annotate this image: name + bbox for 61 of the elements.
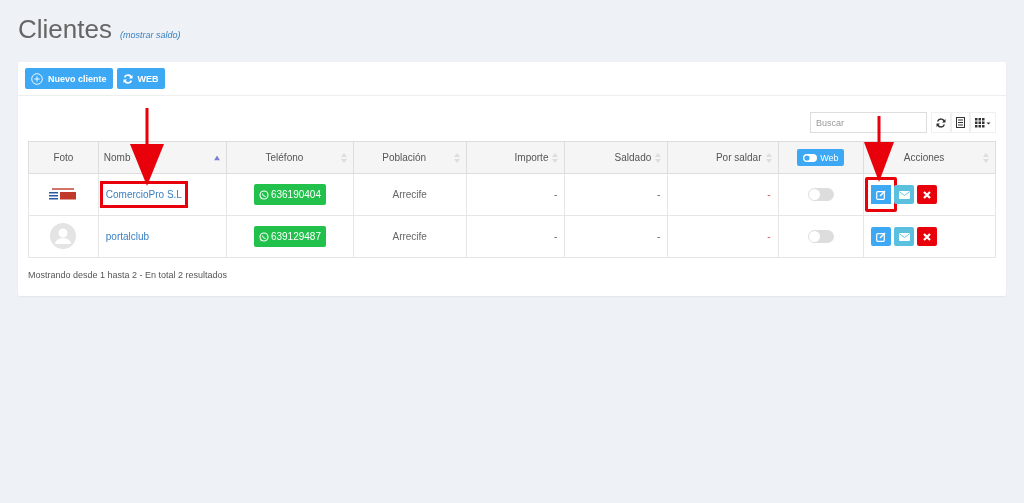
columns-button[interactable] bbox=[970, 112, 996, 133]
show-balance-link[interactable]: (mostrar saldo) bbox=[119, 30, 181, 40]
sort-icon[interactable] bbox=[552, 152, 559, 163]
avatar-icon bbox=[50, 222, 77, 249]
sort-icon[interactable] bbox=[765, 152, 772, 163]
sort-icon[interactable] bbox=[453, 152, 460, 163]
toggle-icon bbox=[803, 153, 818, 162]
whatsapp-icon bbox=[258, 231, 269, 242]
column-header[interactable]: Población bbox=[382, 152, 427, 163]
town-text: Arrecife bbox=[392, 189, 427, 200]
envelope-icon bbox=[898, 232, 910, 241]
town-text: Arrecife bbox=[392, 231, 427, 242]
column-header[interactable]: Teléfono bbox=[265, 152, 304, 163]
refresh-icon bbox=[122, 73, 133, 84]
paid-text: - bbox=[656, 231, 661, 242]
sort-ascending-icon[interactable] bbox=[214, 155, 221, 160]
email-button[interactable] bbox=[894, 185, 915, 204]
edit-icon bbox=[876, 189, 887, 200]
web-sync-button[interactable]: WEB bbox=[116, 68, 165, 89]
page-title: Clientes bbox=[18, 14, 112, 45]
paid-text: - bbox=[656, 189, 661, 200]
edit-icon bbox=[876, 231, 887, 242]
results-summary: Mostrando desde 1 hasta 2 - En total 2 resultados bbox=[28, 270, 229, 280]
web-toggle-button[interactable]: Web bbox=[797, 149, 845, 166]
column-header: Foto bbox=[53, 152, 74, 163]
amount-text: - bbox=[554, 189, 558, 200]
column-header[interactable]: Importe bbox=[514, 152, 549, 163]
edit-button[interactable] bbox=[865, 177, 898, 212]
web-switch[interactable] bbox=[807, 230, 834, 243]
sort-icon[interactable] bbox=[655, 152, 662, 163]
column-header[interactable]: Por saldar bbox=[715, 152, 762, 163]
email-button[interactable] bbox=[894, 227, 915, 246]
plus-circle-icon bbox=[31, 72, 43, 85]
envelope-icon bbox=[898, 190, 910, 199]
grid-icon bbox=[975, 117, 991, 128]
company-logo-icon bbox=[49, 187, 78, 200]
whatsapp-phone-button[interactable]: 636190404 bbox=[253, 184, 326, 205]
column-header[interactable]: Acciones bbox=[903, 152, 945, 163]
toggle-view-button[interactable] bbox=[951, 112, 970, 133]
document-icon bbox=[956, 117, 965, 128]
sort-icon[interactable] bbox=[983, 152, 989, 163]
amount-text: - bbox=[554, 231, 558, 242]
web-switch[interactable] bbox=[807, 188, 834, 201]
refresh-icon bbox=[936, 117, 946, 128]
new-client-button[interactable]: Nuevo cliente bbox=[25, 68, 113, 89]
refresh-button[interactable] bbox=[931, 112, 951, 133]
client-name-link[interactable]: ComercioPro S.L bbox=[99, 181, 188, 208]
edit-button[interactable] bbox=[871, 227, 892, 246]
delete-button[interactable] bbox=[917, 227, 938, 246]
close-icon bbox=[923, 190, 932, 199]
whatsapp-icon bbox=[258, 189, 269, 200]
due-text: - bbox=[767, 189, 771, 200]
column-header[interactable]: Nomb bbox=[103, 152, 131, 163]
search-field[interactable]: Buscar bbox=[810, 112, 927, 133]
whatsapp-phone-button[interactable]: 639129487 bbox=[253, 226, 326, 247]
column-header[interactable]: Saldado bbox=[614, 152, 652, 163]
close-icon bbox=[923, 232, 932, 241]
due-text: - bbox=[767, 231, 771, 242]
sort-icon[interactable] bbox=[340, 152, 347, 163]
delete-button[interactable] bbox=[917, 185, 938, 204]
annotation-arrow bbox=[864, 116, 895, 182]
